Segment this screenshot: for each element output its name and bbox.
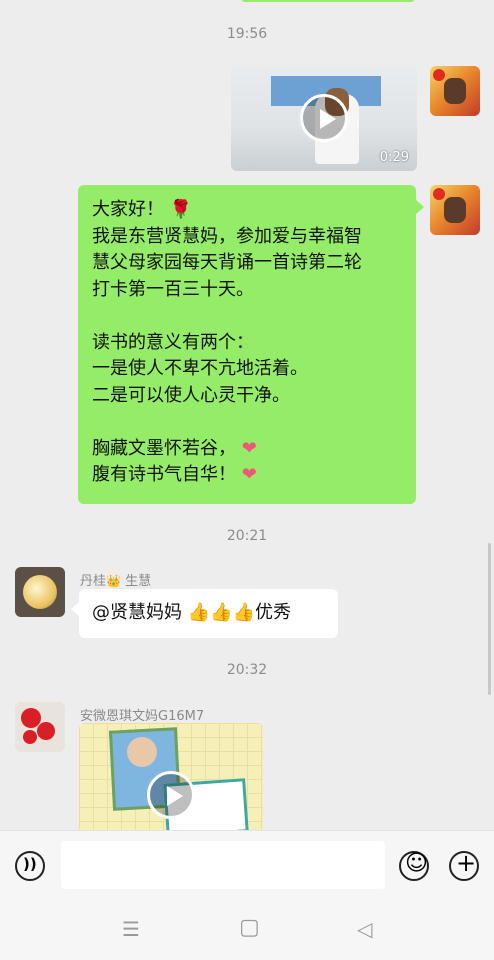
sender-name: 安微恩琪文妈G16M7 — [80, 709, 205, 724]
timestamp: 20:21 — [226, 528, 268, 544]
thumbs-up-icon: 👍👍👍 — [187, 602, 255, 623]
sender-name: 丹桂👑 生慧 — [80, 574, 152, 589]
voice-icon[interactable]: )) — [15, 851, 45, 881]
message-line: 二是可以使人心灵干净。 — [92, 384, 290, 406]
home-icon[interactable]: ▢ — [239, 915, 260, 940]
message-line — [92, 409, 362, 436]
reply-text: 优秀 — [254, 602, 291, 623]
bubble-tail — [71, 602, 79, 616]
reply-message[interactable]: @贤慧妈妈 👍👍👍优秀 — [79, 589, 338, 638]
message-line: 大家好！ 🌹 — [92, 199, 193, 220]
mention-text[interactable]: @贤慧妈妈 — [92, 602, 182, 623]
avatar-dangui[interactable] — [15, 567, 65, 617]
crown-icon: 👑 — [106, 574, 121, 588]
message-line: 腹有诗书气自华！ ❤ — [92, 464, 257, 485]
message-line: 胸藏文墨怀若谷， ❤ — [92, 437, 257, 459]
plus-icon[interactable]: + — [449, 849, 479, 881]
voice-glyph: )) — [23, 855, 37, 873]
video-duration: 0:29 — [379, 150, 409, 165]
timestamp: 20:32 — [226, 662, 268, 678]
message-line: 一是使人不卑不亢地活着。 — [92, 358, 308, 379]
avatar-anwei[interactable] — [15, 702, 65, 752]
self-text-message[interactable]: 大家好！ 🌹 我是东营贤慧妈，参加爱与幸福智 慧父母家园每天背诵一首诗第二轮 打… — [78, 185, 416, 504]
flower-icon — [37, 722, 55, 740]
moon-icon — [23, 575, 57, 609]
avatar-self[interactable] — [430, 185, 480, 235]
heart-icon: ❤ — [241, 464, 257, 485]
previous-message-bubble[interactable] — [240, 0, 416, 2]
back-icon[interactable]: ◁ — [357, 917, 372, 941]
timestamp: 19:56 — [226, 26, 268, 42]
message-line: 我是东营贤慧妈，参加爱与幸福智 — [92, 225, 362, 247]
chat-area[interactable]: 19:56 0:29 大家好！ 🌹 我是东营贤慧妈，参加爱与幸福智 慧父母家园每… — [0, 0, 494, 830]
input-bar: )) ☺ + — [0, 830, 494, 901]
scrollbar[interactable] — [488, 543, 491, 695]
heart-icon: ❤ — [241, 437, 257, 459]
flag-icon — [433, 69, 445, 81]
system-nav-bar: ☰ ▢ ◁ — [0, 900, 494, 960]
message-line: 慧父母家园每天背诵一首诗第二轮 — [92, 252, 362, 273]
menu-icon[interactable]: ☰ — [122, 917, 140, 941]
message-line: 打卡第一百三十天。 — [92, 278, 254, 300]
flower-icon — [23, 730, 37, 744]
avatar-self[interactable] — [430, 66, 480, 116]
video-message[interactable]: 0:29 — [231, 66, 417, 171]
message-line: 读书的意义有两个： — [92, 331, 254, 353]
rose-icon: 🌹 — [169, 199, 193, 220]
message-line — [92, 303, 362, 330]
bubble-tail — [416, 200, 424, 214]
avatar-face — [444, 78, 466, 104]
emoji-glyph: ☺ — [405, 851, 428, 876]
avatar-face — [444, 197, 466, 223]
flag-icon — [433, 188, 445, 200]
play-icon[interactable] — [300, 94, 348, 142]
emoji-icon[interactable]: ☺ — [399, 851, 429, 881]
message-input[interactable] — [61, 841, 385, 889]
play-icon[interactable] — [147, 771, 195, 819]
video-thumbnail-child — [127, 737, 157, 767]
video-message[interactable] — [79, 723, 263, 830]
plus-glyph: + — [456, 849, 477, 877]
